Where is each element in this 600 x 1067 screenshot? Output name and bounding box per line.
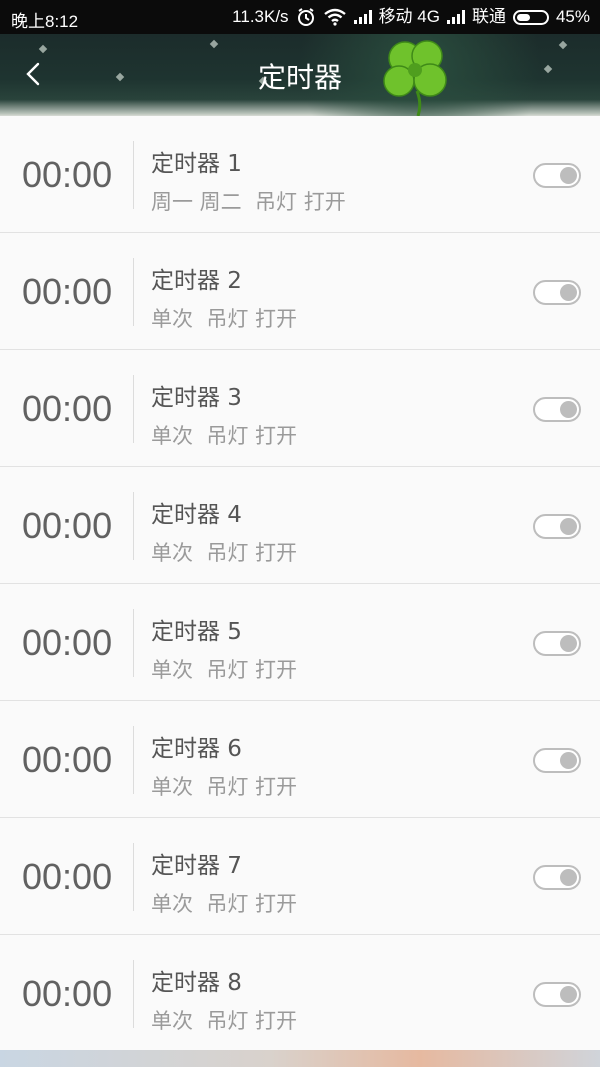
timer-description: 单次 吊灯 打开 [151,1009,298,1033]
row-divider [133,843,134,911]
app-header: 定时器 [0,34,600,116]
timer-time: 00:00 [22,271,113,312]
bottom-strip [0,1050,600,1067]
timer-description: 单次 吊灯 打开 [151,424,298,448]
timer-time: 00:00 [22,154,113,195]
timer-time: 00:00 [22,505,113,546]
timer-name: 定时器 8 [151,970,242,996]
alarm-icon [297,8,314,26]
timer-time: 00:00 [22,388,113,429]
carrier-2: 联通 [471,7,506,26]
row-divider [133,492,134,560]
timer-row[interactable]: 00:00 定时器 7 单次 吊灯 打开 [0,818,600,935]
toggle-knob [560,167,577,184]
row-divider [133,609,134,677]
timer-toggle[interactable] [533,163,581,188]
timer-time: 00:00 [22,739,113,780]
timer-time: 00:00 [22,973,113,1014]
toggle-knob [560,986,577,1003]
battery-percent: 45% [555,7,590,26]
timer-time: 00:00 [22,622,113,663]
battery-icon [512,9,549,25]
signal-icon [353,10,372,24]
timer-row[interactable]: 00:00 定时器 3 单次 吊灯 打开 [0,350,600,467]
row-divider [133,258,134,326]
wifi-icon [323,8,346,26]
timer-description: 单次 吊灯 打开 [151,307,298,331]
timer-description: 单次 吊灯 打开 [151,892,298,916]
toggle-knob [560,284,577,301]
timer-description: 周一 周二 吊灯 打开 [151,190,346,214]
timer-row[interactable]: 00:00 定时器 4 单次 吊灯 打开 [0,467,600,584]
page-title: 定时器 [257,61,342,94]
timer-toggle[interactable] [533,865,581,890]
toggle-knob [560,869,577,886]
timer-name: 定时器 5 [151,619,242,645]
timer-row[interactable]: 00:00 定时器 1 周一 周二 吊灯 打开 [0,116,600,233]
timer-row[interactable]: 00:00 定时器 8 单次 吊灯 打开 [0,935,600,1052]
carrier-1: 移动 4G [378,7,440,26]
row-divider [133,726,134,794]
timer-toggle[interactable] [533,982,581,1007]
timer-toggle[interactable] [533,514,581,539]
timer-name: 定时器 1 [151,151,242,177]
timer-toggle[interactable] [533,748,581,773]
timer-toggle[interactable] [533,397,581,422]
timer-name: 定时器 6 [151,736,242,762]
timer-list: 00:00 定时器 1 周一 周二 吊灯 打开 00:00 定时器 2 单次 吊灯 打开 0… [0,116,600,1052]
clover-decoration-icon [383,40,447,116]
status-time: 晚上8:12 [11,12,79,31]
timer-description: 单次 吊灯 打开 [151,658,298,682]
network-speed: 11.3K/s [232,7,289,26]
timer-time: 00:00 [22,856,113,897]
timer-name: 定时器 7 [151,853,242,879]
timer-name: 定时器 3 [151,385,242,411]
row-divider [133,375,134,443]
timer-row[interactable]: 00:00 定时器 6 单次 吊灯 打开 [0,701,600,818]
toggle-knob [560,401,577,418]
timer-name: 定时器 2 [151,268,242,294]
row-divider [133,960,134,1028]
status-bar: 晚上8:12 11.3K/s 移动 4G 联通 45% [0,0,600,34]
status-indicators: 11.3K/s 移动 4G 联通 45% [232,7,590,27]
timer-toggle[interactable] [533,631,581,656]
timer-toggle[interactable] [533,280,581,305]
timer-name: 定时器 4 [151,502,242,528]
toggle-knob [560,752,577,769]
toggle-knob [560,518,577,535]
timer-description: 单次 吊灯 打开 [151,541,298,565]
signal-icon-2 [446,10,465,24]
timer-row[interactable]: 00:00 定时器 2 单次 吊灯 打开 [0,233,600,350]
timer-row[interactable]: 00:00 定时器 5 单次 吊灯 打开 [0,584,600,701]
timer-description: 单次 吊灯 打开 [151,775,298,799]
toggle-knob [560,635,577,652]
row-divider [133,141,134,209]
